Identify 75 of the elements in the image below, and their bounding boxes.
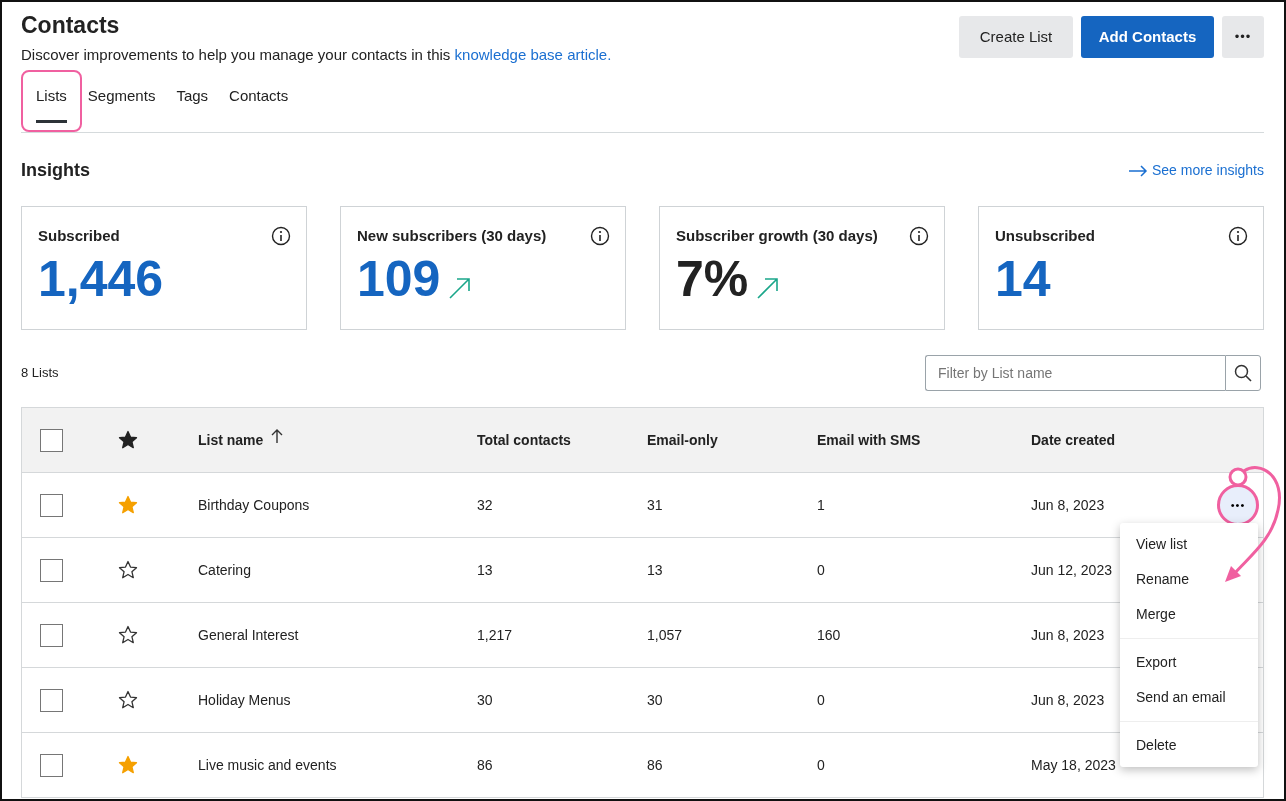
table-cell-text: 1,217	[477, 625, 513, 645]
table-cell-text: 1,057	[647, 625, 683, 645]
list-name: Catering	[198, 560, 251, 580]
table-cell-text: May 18, 2023	[1031, 755, 1116, 775]
column-header[interactable]: Email-only	[647, 429, 718, 451]
table-cell-text: 0	[817, 560, 825, 580]
column-header[interactable]: Email with SMS	[817, 429, 921, 451]
menu-item[interactable]: Delete	[1120, 728, 1258, 764]
list-name: Live music and events	[198, 755, 337, 775]
list-name: Birthday Coupons	[198, 495, 310, 515]
see-more-link[interactable]: See more insights	[1127, 160, 1264, 182]
table-cell-text: Jun 8, 2023	[1031, 625, 1105, 645]
create-list-button[interactable]: Create List	[959, 16, 1073, 58]
table-cell-text: 30	[477, 690, 493, 710]
table-cell-text: 31	[647, 495, 663, 515]
row-checkbox[interactable]	[40, 688, 63, 712]
card-label: Subscribed	[38, 226, 120, 247]
table-cell-text: 30	[647, 690, 663, 710]
add-contacts-button[interactable]: Add Contacts	[1081, 16, 1214, 58]
info-icon	[590, 226, 610, 247]
table-cell-text: Jun 8, 2023	[1031, 690, 1105, 710]
card-label: Subscriber growth (30 days)	[676, 226, 878, 247]
section-title: Insights	[21, 159, 90, 183]
star-icon[interactable]	[118, 625, 138, 646]
table-cell-text: 86	[477, 755, 493, 775]
table-cell-text: 0	[817, 755, 825, 775]
star-icon[interactable]	[118, 690, 138, 711]
info-icon	[1228, 226, 1248, 247]
metric-value: 1,446	[38, 253, 164, 304]
row-checkbox[interactable]	[40, 753, 63, 777]
search-icon	[1234, 364, 1252, 383]
sort-up-icon	[271, 428, 284, 445]
page-title: Contacts	[21, 12, 121, 40]
table-cell-text: Jun 12, 2023	[1031, 560, 1112, 580]
menu-item[interactable]: Rename	[1120, 562, 1258, 598]
row-checkbox[interactable]	[40, 623, 63, 647]
menu-item[interactable]: Send an email	[1120, 680, 1258, 716]
menu-item[interactable]: Export	[1120, 645, 1258, 681]
metric-value: 109	[357, 253, 441, 304]
list-count: 8 Lists	[21, 364, 59, 383]
table-cell-text: 160	[817, 625, 841, 645]
table-cell-text: 13	[647, 560, 663, 580]
filter-field[interactable]: Filter by List name	[925, 355, 1225, 392]
card-label: Unsubscribed	[995, 226, 1096, 247]
arrow-right-icon	[1127, 164, 1148, 177]
card-label: New subscribers (30 days)	[357, 226, 547, 247]
tab[interactable]: Lists	[21, 70, 82, 133]
row-checkbox[interactable]	[40, 558, 63, 582]
table-cell-text: 1	[817, 495, 825, 515]
metric-value: 14	[995, 253, 1051, 304]
search-button[interactable]	[1225, 355, 1261, 392]
row-checkbox[interactable]	[40, 493, 63, 517]
knowledge-base-link[interactable]: knowledge base article.	[454, 45, 612, 63]
list-name: General Interest	[198, 625, 299, 645]
menu-item[interactable]: Merge	[1120, 597, 1258, 633]
table-cell-text: Jun 8, 2023	[1031, 495, 1105, 515]
column-header[interactable]: Date created	[1031, 429, 1116, 451]
menu-item[interactable]: View list	[1120, 527, 1258, 563]
table-cell-text: 0	[817, 690, 825, 710]
star-icon[interactable]	[118, 560, 138, 581]
info-icon	[271, 226, 291, 247]
table-cell-text: 13	[477, 560, 493, 580]
select-all-checkbox[interactable]	[40, 428, 63, 452]
info-icon	[909, 226, 929, 247]
star-icon[interactable]	[118, 495, 138, 516]
table-cell-text: 86	[647, 755, 663, 775]
metric-value: 7%	[676, 253, 749, 304]
list-name: Holiday Menus	[198, 690, 291, 710]
more-button[interactable]: •••	[1222, 16, 1264, 58]
star-icon[interactable]	[118, 755, 138, 776]
column-header[interactable]: List name	[198, 429, 264, 451]
column-header[interactable]: Total contacts	[477, 429, 571, 451]
table-cell-text: 32	[477, 495, 493, 515]
page-description: Discover improvements to help you manage your contacts in this knowledge base article.	[21, 44, 612, 65]
star-icon	[118, 430, 138, 451]
